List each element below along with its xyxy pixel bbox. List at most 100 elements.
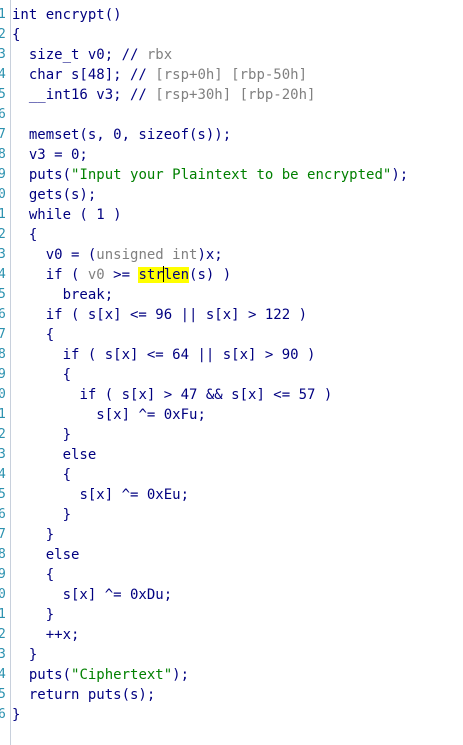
code-line[interactable]: else	[12, 545, 80, 565]
code-line[interactable]: ++x;	[12, 625, 80, 645]
code-line[interactable]: }	[12, 705, 20, 725]
code-line[interactable]: while ( 1 )	[12, 205, 122, 225]
code-token: int encrypt()	[12, 7, 122, 23]
line-number: 1	[0, 605, 10, 625]
code-token: )x;	[197, 247, 223, 263]
code-token: }	[12, 707, 21, 723]
code-line[interactable]: memset(s, 0, sizeof(s));	[12, 125, 231, 145]
code-line[interactable]: {	[12, 365, 71, 385]
line-number: 5	[0, 485, 10, 505]
code-token: return puts(s);	[28, 687, 156, 703]
code-line[interactable]: {	[12, 25, 20, 45]
line-number: 7	[0, 525, 10, 545]
code-line[interactable]: v0 = (unsigned int)x;	[12, 245, 223, 265]
line-number: 0	[0, 585, 10, 605]
code-line[interactable]: if ( s[x] > 47 && s[x] <= 57 )	[12, 385, 332, 405]
highlighted-identifier[interactable]: str	[138, 267, 164, 283]
code-token: gets(s);	[28, 187, 97, 203]
code-line[interactable]: {	[12, 325, 54, 345]
code-token: {	[45, 327, 55, 343]
line-number: 5	[0, 85, 10, 105]
code-area[interactable]: int encrypt() { size_t v0; // rbx char s[…	[12, 0, 463, 745]
code-line[interactable]: gets(s);	[12, 185, 96, 205]
line-number: 2	[0, 225, 10, 245]
line-number: 6	[0, 505, 10, 525]
code-line[interactable]: puts("Input your Plaintext to be encrypt…	[12, 165, 408, 185]
line-number: 3	[0, 445, 10, 465]
line-number: 1	[0, 205, 10, 225]
code-line[interactable]: }	[12, 605, 54, 625]
code-line[interactable]: __int16 v3; // [rsp+30h] [rbp-20h]	[12, 85, 316, 105]
comment-token: unsigned int	[96, 247, 198, 263]
line-number: 4	[0, 265, 10, 285]
line-number: 4	[0, 665, 10, 685]
code-line[interactable]: return puts(s);	[12, 685, 155, 705]
code-line[interactable]: s[x] ^= 0xFu;	[12, 405, 206, 425]
code-line[interactable]: }	[12, 425, 71, 445]
code-token: s[x] ^= 0xEu;	[79, 487, 190, 503]
pseudocode-editor[interactable]: 123456789012345678901234567890123456 int…	[0, 0, 463, 745]
code-token: puts(	[28, 667, 72, 683]
code-line[interactable]: size_t v0; // rbx	[12, 45, 172, 65]
code-token: v0 = (	[45, 247, 97, 263]
code-line[interactable]: {	[12, 465, 71, 485]
line-number: 3	[0, 645, 10, 665]
code-token: {	[62, 367, 72, 383]
code-line[interactable]: if ( v0 >= strlen(s) )	[12, 265, 231, 285]
code-line[interactable]: }	[12, 645, 37, 665]
code-token: }	[45, 527, 55, 543]
code-line[interactable]: s[x] ^= 0xEu;	[12, 485, 189, 505]
code-token: );	[391, 167, 409, 183]
line-number: 2	[0, 425, 10, 445]
code-line[interactable]: else	[12, 445, 97, 465]
code-line[interactable]: {	[12, 225, 37, 245]
code-line[interactable]: v3 = 0;	[12, 145, 88, 165]
code-line[interactable]: break;	[12, 285, 114, 305]
code-line[interactable]: }	[12, 505, 71, 525]
code-line[interactable]: int encrypt()	[12, 5, 122, 25]
line-number: 7	[0, 325, 10, 345]
comment-token: v0	[87, 267, 105, 283]
line-number: 5	[0, 285, 10, 305]
line-number: 1	[0, 405, 10, 425]
code-line[interactable]: puts("Ciphertext");	[12, 665, 189, 685]
code-token: }	[62, 427, 72, 443]
code-line[interactable]: char s[48]; // [rsp+0h] [rbp-50h]	[12, 65, 307, 85]
code-token: }	[45, 607, 55, 623]
line-number: 3	[0, 45, 10, 65]
code-line[interactable]: }	[12, 525, 54, 545]
highlighted-identifier[interactable]: len	[163, 267, 190, 283]
code-token: if ( s[x] > 47 && s[x] <= 57 )	[79, 387, 333, 403]
line-number: 8	[0, 345, 10, 365]
string-literal: "Ciphertext"	[71, 667, 173, 683]
code-line[interactable]: if ( s[x] <= 96 || s[x] > 122 )	[12, 305, 307, 325]
code-token: {	[62, 467, 72, 483]
line-number: 5	[0, 685, 10, 705]
code-token: }	[62, 507, 72, 523]
code-token: ++x;	[45, 627, 80, 643]
code-line[interactable]: {	[12, 565, 54, 585]
code-line[interactable]: if ( s[x] <= 64 || s[x] > 90 )	[12, 345, 316, 365]
code-token: else	[62, 447, 97, 463]
code-line[interactable]: s[x] ^= 0xDu;	[12, 585, 173, 605]
